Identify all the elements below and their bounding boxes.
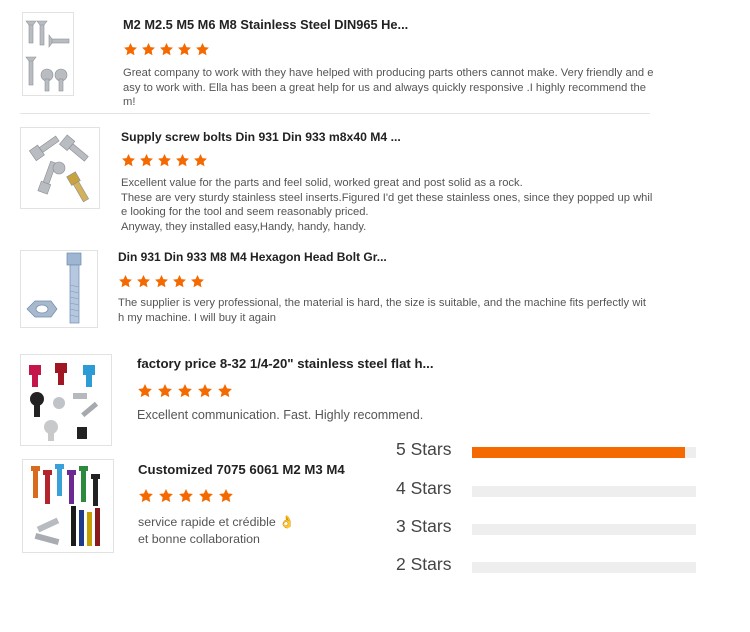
star-icon [193,153,208,168]
rating-row-label: 4 Stars [396,478,452,498]
star-icon [123,42,138,57]
star-rating [123,42,210,57]
star-icon [158,488,174,504]
countersunk-screws-icon [25,20,70,92]
review-product-title[interactable]: factory price 8-32 1/4-20" stainless ste… [137,356,434,371]
review-item: Customized 7075 6061 M2 M3 M4 service ra… [22,459,382,559]
star-rating [118,274,205,289]
star-icon [136,274,151,289]
ok-hand-emoji: 👌 [279,515,295,529]
review-text: service rapide et crédible 👌 et bonne co… [138,515,295,546]
hex-bolt-nut-icon [26,252,82,324]
star-icon [217,383,233,399]
star-rating [138,488,234,504]
star-icon [139,153,154,168]
review-text: Excellent communication. Fast. Highly re… [137,408,424,422]
rating-row-2-stars[interactable]: 2 Stars [396,554,696,580]
star-icon [118,274,133,289]
star-icon [178,488,194,504]
rating-bar-track [472,524,696,535]
product-thumbnail[interactable] [20,354,112,446]
rating-row-4-stars[interactable]: 4 Stars [396,478,696,504]
rating-row-label: 2 Stars [396,554,452,574]
product-thumbnail[interactable] [22,12,74,96]
rating-bar-track [472,486,696,497]
star-icon [137,383,153,399]
review-item: M2 M2.5 M5 M6 M8 Stainless Steel DIN965 … [22,12,662,108]
review-item: Din 931 Din 933 M8 M4 Hexagon Head Bolt … [20,250,660,330]
review-text: The supplier is very professional, the m… [118,297,646,324]
star-icon [198,488,214,504]
star-rating [121,153,208,168]
review-product-title[interactable]: M2 M2.5 M5 M6 M8 Stainless Steel DIN965 … [123,17,408,32]
product-thumbnail[interactable] [20,127,100,209]
star-icon [138,488,154,504]
star-icon [121,153,136,168]
review-text: Great company to work with they have hel… [123,67,654,109]
star-icon [154,274,169,289]
star-icon [172,274,187,289]
rating-bar-track [472,447,696,458]
star-icon [177,383,193,399]
rating-row-label: 3 Stars [396,516,452,536]
review-item: Supply screw bolts Din 931 Din 933 m8x40… [20,127,660,237]
star-icon [218,488,234,504]
review-product-title[interactable]: Customized 7075 6061 M2 M3 M4 [138,462,345,477]
star-icon [190,274,205,289]
rating-row-3-stars[interactable]: 3 Stars [396,516,696,542]
rating-bar-fill [472,447,685,458]
product-thumbnail[interactable] [20,250,98,328]
anodized-bolts-icon [31,464,100,546]
star-icon [177,42,192,57]
star-icon [175,153,190,168]
rating-bar-track [472,562,696,573]
star-rating [137,383,233,399]
product-thumbnail[interactable] [22,459,114,553]
divider [20,113,650,114]
review-product-title[interactable]: Supply screw bolts Din 931 Din 933 m8x40… [121,130,401,144]
star-icon [197,383,213,399]
review-item: factory price 8-32 1/4-20" stainless ste… [20,354,660,448]
colored-screws-icon [29,363,99,441]
star-icon [157,383,173,399]
star-icon [157,153,172,168]
rating-row-5-stars[interactable]: 5 Stars [396,439,696,465]
rating-row-label: 5 Stars [396,439,452,459]
review-text: Excellent value for the parts and feel s… [121,177,653,233]
star-icon [195,42,210,57]
assorted-bolts-icon [28,134,90,203]
review-product-title[interactable]: Din 931 Din 933 M8 M4 Hexagon Head Bolt … [118,250,387,264]
star-icon [141,42,156,57]
star-icon [159,42,174,57]
